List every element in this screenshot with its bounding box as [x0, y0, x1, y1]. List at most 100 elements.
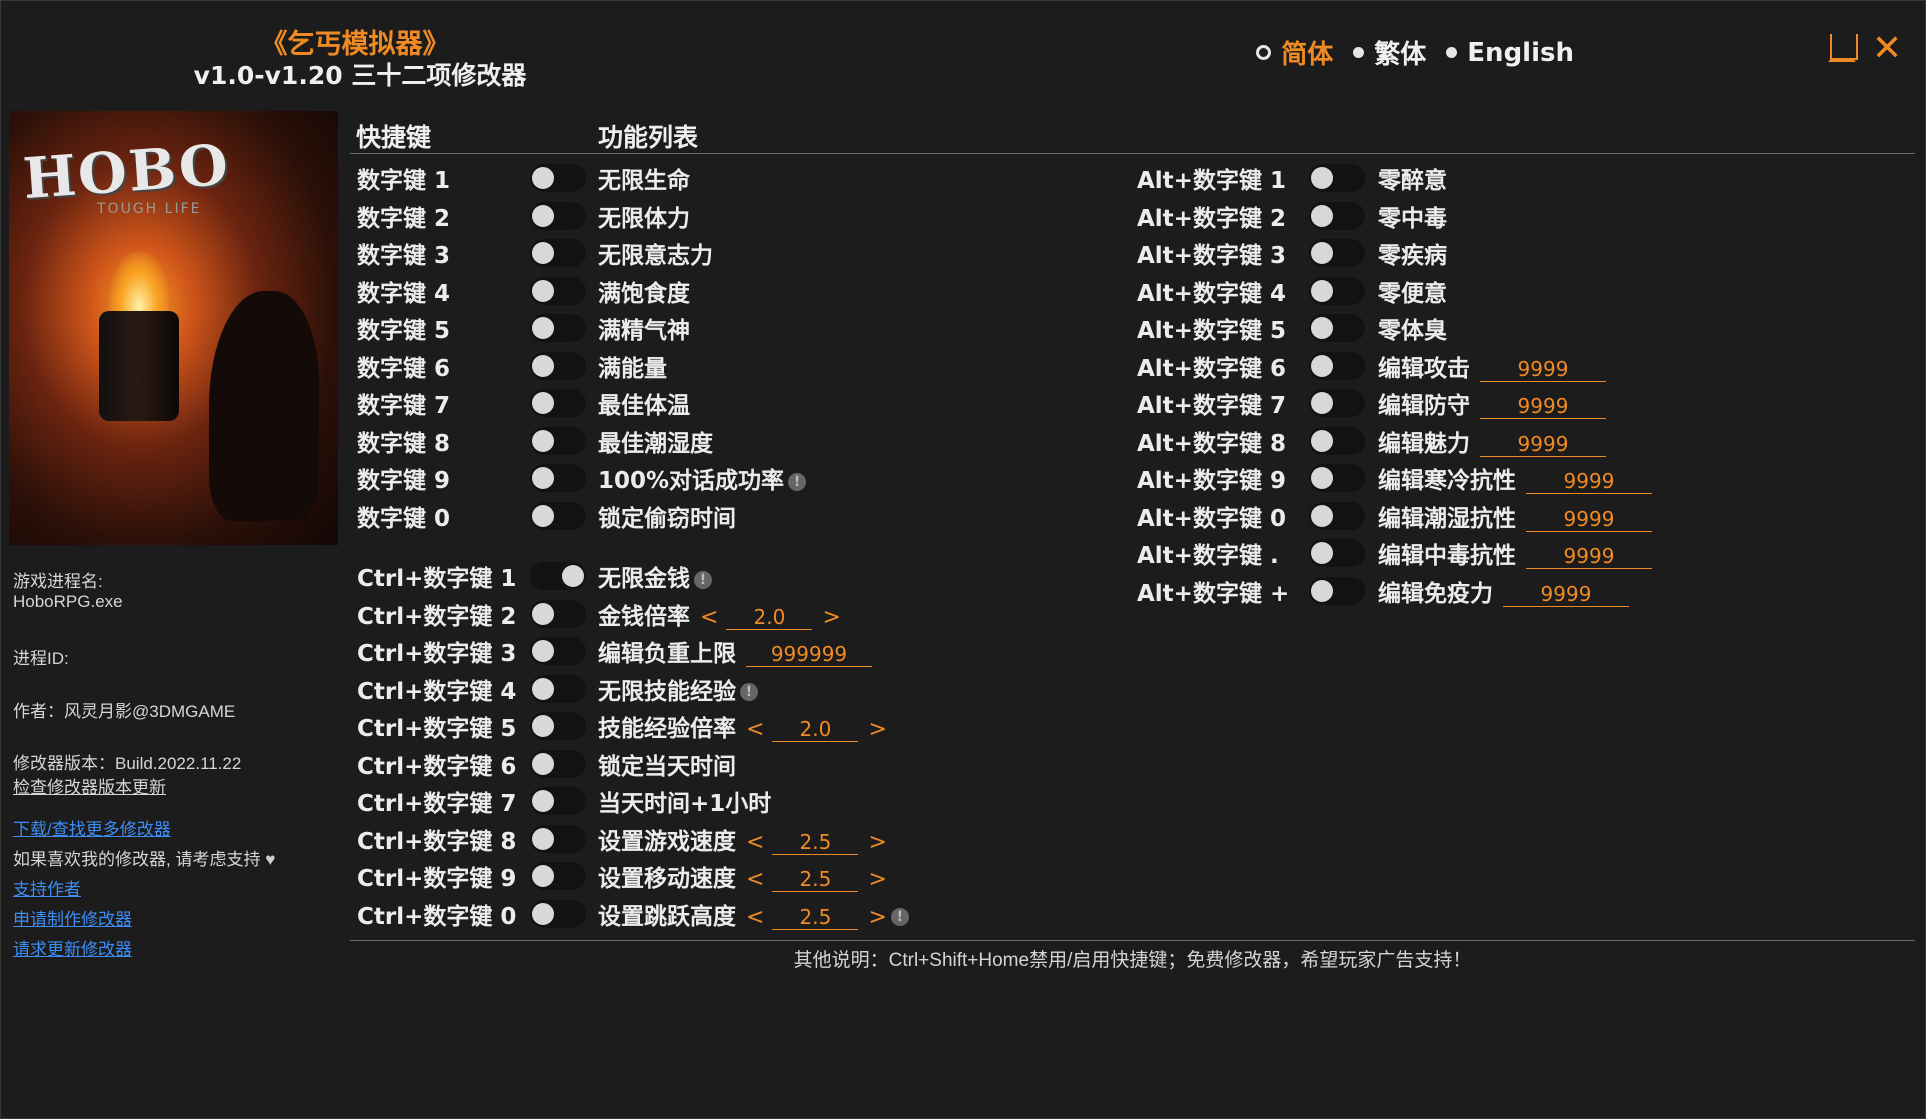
check-update-link[interactable]: 检查修改器版本更新 [13, 773, 166, 798]
stepper-value[interactable]: 2.0 [772, 717, 859, 742]
value-input[interactable]: 9999 [1480, 394, 1606, 419]
cheat-toggle[interactable] [530, 899, 586, 928]
increase-arrow-icon[interactable]: > [868, 830, 886, 855]
cheat-label-group: 无限金钱! [598, 559, 712, 593]
cheat-row: Alt+数字键 6 编辑攻击 9999 [1137, 351, 1897, 382]
stepper-value[interactable]: 2.5 [772, 830, 859, 855]
cheat-toggle[interactable] [1309, 276, 1365, 305]
request-make-link[interactable]: 申请制作修改器 [13, 905, 132, 930]
cheat-toggle[interactable] [1309, 201, 1365, 230]
cheat-toggle[interactable] [530, 824, 586, 853]
info-icon[interactable]: ! [694, 570, 712, 589]
toggle-knob [532, 317, 554, 339]
cheat-row: Alt+数字键 7 编辑防守 9999 [1137, 388, 1897, 419]
increase-arrow-icon[interactable]: > [868, 867, 886, 892]
increase-arrow-icon[interactable]: > [822, 605, 840, 630]
stepper-value[interactable]: 2.0 [726, 605, 813, 630]
lang-option-traditional[interactable]: 繁体 [1353, 34, 1426, 71]
cheat-toggle[interactable] [1309, 351, 1365, 380]
cheat-toggle[interactable] [530, 637, 586, 665]
value-input[interactable]: 9999 [1503, 582, 1629, 607]
decrease-arrow-icon[interactable]: < [746, 905, 764, 930]
cheat-toggle[interactable] [530, 201, 586, 230]
cheat-row: Ctrl+数字键 9 设置移动速度 <2.5 > [357, 861, 1117, 892]
increase-arrow-icon[interactable]: > [868, 905, 886, 930]
value-input[interactable]: 9999 [1526, 544, 1652, 569]
stepper-value[interactable]: 2.5 [772, 867, 859, 892]
hotkey-label: Alt+数字键 0 [1137, 505, 1286, 532]
cheat-toggle[interactable] [530, 426, 586, 455]
cheat-toggle[interactable] [1309, 501, 1365, 530]
cheat-toggle[interactable] [1309, 389, 1365, 417]
cheat-label-group: 零便意 [1378, 274, 1447, 308]
cheat-toggle[interactable] [530, 599, 586, 628]
cheat-toggle[interactable] [530, 164, 586, 192]
cheat-name: 当天时间+1小时 [598, 791, 772, 817]
hooded-figure-graphic [209, 291, 319, 521]
footer-divider [350, 940, 1915, 941]
cheat-name: 零疾病 [1378, 243, 1447, 269]
lang-option-english[interactable]: English [1446, 38, 1574, 68]
value-input[interactable]: 999999 [746, 642, 872, 667]
cheat-toggle[interactable] [530, 787, 586, 815]
cheat-toggle[interactable] [530, 712, 586, 740]
decrease-arrow-icon[interactable]: < [746, 717, 764, 742]
increase-arrow-icon[interactable]: > [868, 717, 886, 742]
cheat-toggle[interactable] [1309, 239, 1365, 267]
stepper-value[interactable]: 2.5 [772, 905, 859, 930]
cheat-name: 满饱食度 [598, 280, 690, 307]
cheat-toggle[interactable] [1309, 464, 1365, 492]
cheat-name: 零体臭 [1378, 318, 1447, 344]
support-text: 如果喜欢我的修改器, 请考虑支持 [13, 850, 261, 869]
cheat-toggle[interactable] [1309, 576, 1365, 605]
cheat-toggle[interactable] [530, 389, 586, 417]
cheat-label-group: 满能量 [598, 349, 667, 383]
toggle-knob [532, 640, 554, 662]
cheat-toggle[interactable] [1309, 426, 1365, 455]
decrease-arrow-icon[interactable]: < [746, 867, 764, 892]
cheat-toggle[interactable] [530, 464, 586, 492]
cheat-toggle[interactable] [530, 501, 586, 530]
cheat-toggle[interactable] [530, 862, 586, 890]
download-more-link[interactable]: 下载/查找更多修改器 [13, 815, 171, 840]
toggle-knob [532, 902, 554, 925]
close-icon[interactable]: ✕ [1872, 31, 1902, 67]
value-input[interactable]: 9999 [1526, 507, 1652, 532]
cheat-label-group: 无限意志力 [598, 236, 713, 270]
value-input[interactable]: 9999 [1480, 357, 1606, 382]
hotkey-label: Alt+数字键 + [1137, 580, 1290, 607]
cheat-toggle[interactable] [1309, 314, 1365, 342]
cheat-toggle[interactable] [530, 351, 586, 380]
support-author-link[interactable]: 支持作者 [13, 875, 81, 900]
decrease-arrow-icon[interactable]: < [746, 830, 764, 855]
cheat-name: 无限生命 [598, 168, 690, 194]
info-icon[interactable]: ! [890, 908, 909, 926]
cheat-name: 满能量 [598, 355, 667, 382]
request-update-link[interactable]: 请求更新修改器 [13, 935, 132, 960]
cheat-row: Ctrl+数字键 8 设置游戏速度 <2.5 > [357, 824, 1117, 855]
cheat-toggle[interactable] [1309, 164, 1365, 192]
cheat-toggle[interactable] [1309, 539, 1365, 567]
value-input[interactable]: 9999 [1480, 432, 1606, 457]
toggle-knob [1311, 504, 1333, 527]
info-icon[interactable]: ! [788, 472, 807, 491]
cheat-row: Ctrl+数字键 2 金钱倍率 <2.0 > [357, 599, 1117, 630]
cheat-toggle[interactable] [530, 674, 586, 703]
cheat-toggle[interactable] [530, 276, 586, 305]
cheat-toggle[interactable] [530, 314, 586, 342]
value-input[interactable]: 9999 [1526, 469, 1652, 494]
toggle-knob [532, 752, 554, 775]
cheat-toggle[interactable] [530, 749, 586, 778]
cheat-label-group: 无限体力 [598, 199, 690, 233]
decrease-arrow-icon[interactable]: < [700, 605, 718, 630]
minimize-icon[interactable] [1828, 34, 1858, 62]
info-icon[interactable]: ! [740, 683, 758, 701]
cheat-toggle[interactable] [530, 562, 586, 590]
toggle-knob [1311, 467, 1333, 489]
cheat-label-group: 当天时间+1小时 [598, 784, 771, 818]
hotkey-label: Alt+数字键 5 [1137, 318, 1286, 344]
cheat-toggle[interactable] [530, 239, 586, 267]
toggle-knob [532, 790, 554, 812]
lang-option-simplified[interactable]: 简体 [1256, 34, 1333, 71]
hotkey-label: Ctrl+数字键 9 [357, 866, 517, 892]
